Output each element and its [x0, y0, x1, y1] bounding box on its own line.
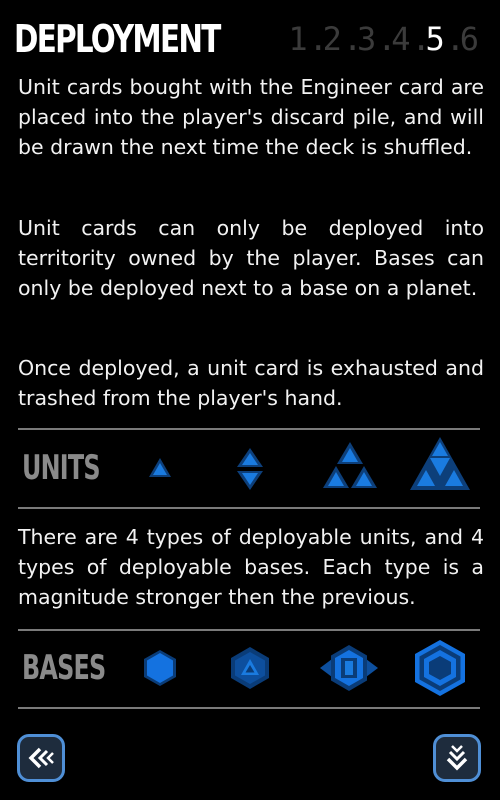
base-tier-2-icon — [231, 647, 269, 689]
page-title: DEPLOYMENT — [14, 17, 221, 61]
next-button[interactable] — [433, 734, 481, 782]
divider — [18, 707, 480, 709]
double-chevron-left-icon — [28, 747, 54, 769]
units-label: UNITS — [22, 448, 101, 488]
base-tier-3-icon — [320, 645, 378, 691]
page-number-2[interactable]: 2 — [323, 20, 343, 58]
divider — [18, 629, 480, 631]
page-indicator: 1.2.3.4.5.6 — [288, 20, 480, 58]
unit-tier-4-icon — [410, 437, 470, 490]
page-number-3[interactable]: 3 — [357, 20, 377, 58]
page-number-6[interactable]: 6 — [460, 20, 480, 58]
back-button[interactable] — [17, 734, 65, 782]
header: DEPLOYMENT 1.2.3.4.5.6 — [0, 0, 500, 72]
paragraph-deploy-territory: Unit cards can only be deployed into ter… — [18, 216, 484, 300]
page-number-4[interactable]: 4 — [391, 20, 411, 58]
bases-label: BASES — [22, 648, 106, 688]
page-number-5-current[interactable]: 5 — [425, 20, 445, 58]
paragraph-engineer-cards: Unit cards bought with the Engineer card… — [18, 75, 484, 159]
page-number-1[interactable]: 1 — [288, 20, 308, 58]
paragraph-deployable-types: There are 4 types of deployable units, a… — [18, 525, 484, 609]
base-tier-4-icon — [415, 640, 465, 696]
divider — [18, 428, 480, 430]
unit-tier-1-icon — [149, 458, 171, 477]
double-chevron-down-icon — [446, 745, 468, 771]
divider — [18, 507, 480, 509]
unit-tier-3-icon — [323, 442, 377, 488]
base-tier-1-icon — [144, 650, 176, 686]
paragraph-exhausted: Once deployed, a unit card is exhausted … — [18, 356, 484, 410]
unit-tier-2-icon — [237, 448, 263, 490]
